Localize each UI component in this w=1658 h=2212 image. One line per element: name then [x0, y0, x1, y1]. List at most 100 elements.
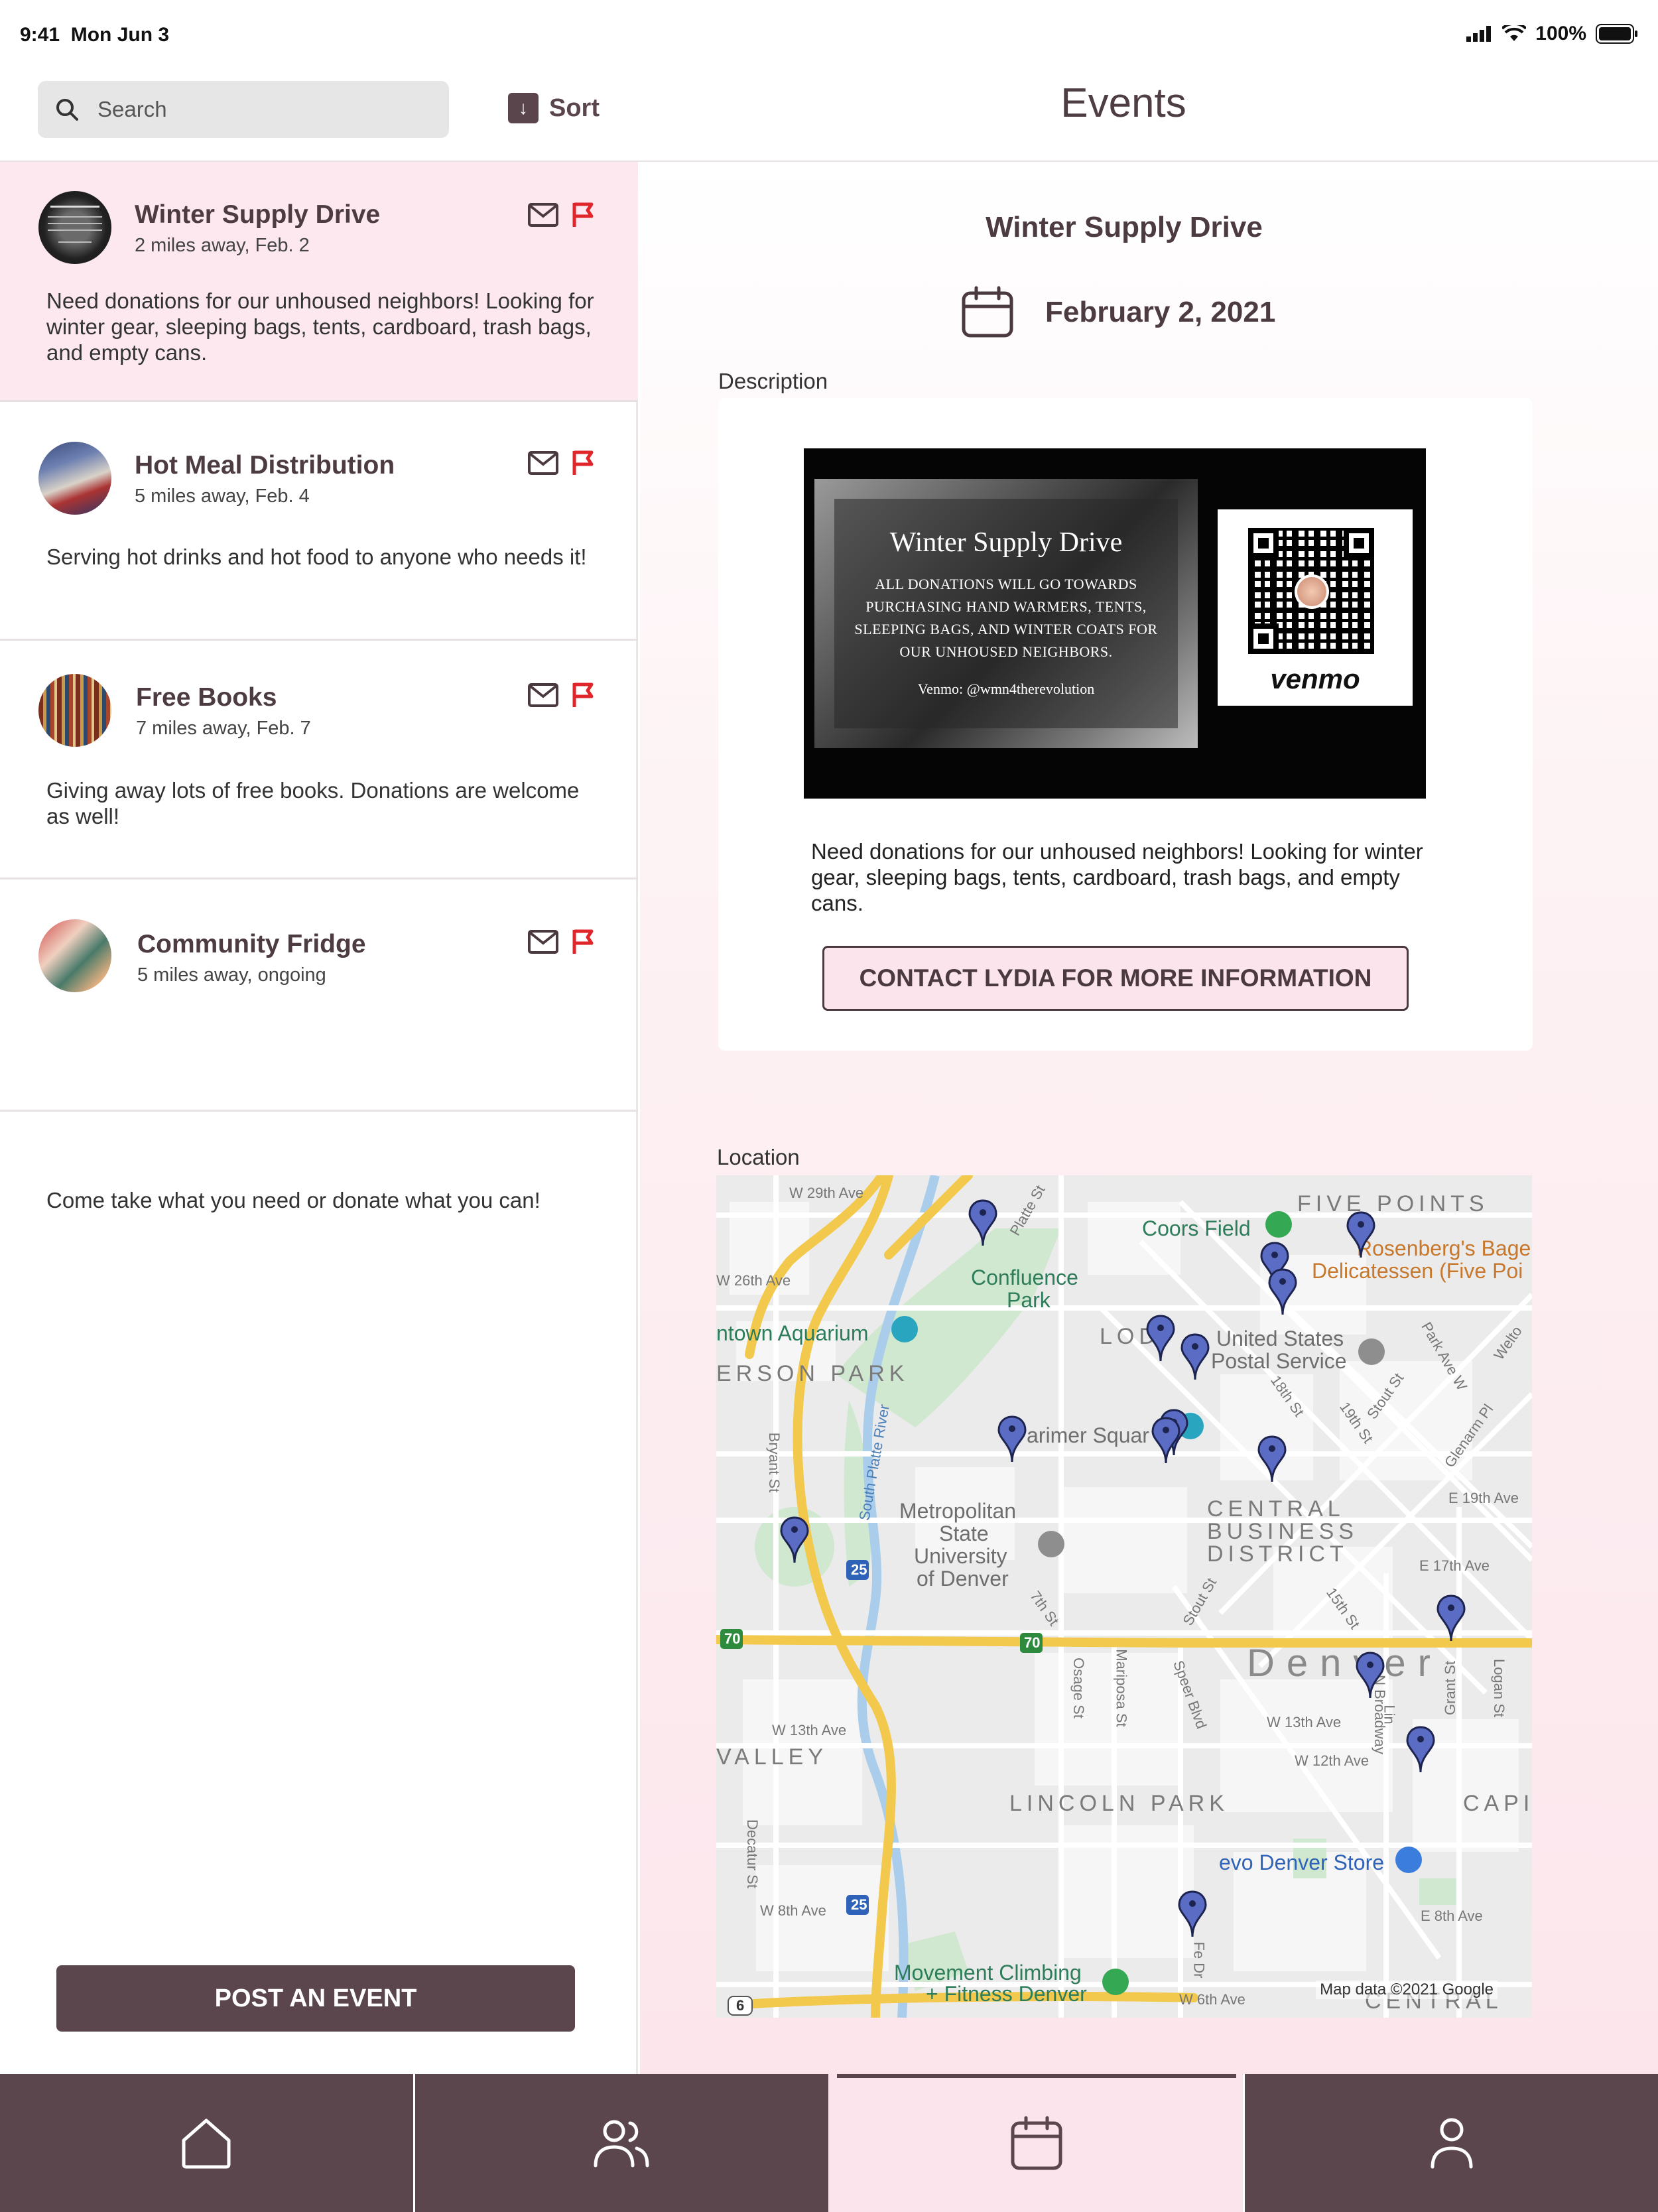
event-card[interactable]: Community Fridge 5 miles away, ongoing C…	[0, 879, 638, 1212]
map-street-label: W 12th Ave	[1295, 1752, 1370, 1769]
map-pin-icon[interactable]	[1257, 1435, 1287, 1483]
event-card[interactable]: Hot Meal Distribution 5 miles away, Feb.…	[0, 402, 638, 641]
map-street-label: W 29th Ave	[789, 1185, 864, 1201]
flag-icon[interactable]	[572, 202, 594, 228]
map-street-label: Lin	[1381, 1705, 1398, 1724]
detail-date-row: February 2, 2021	[960, 285, 1275, 340]
map-pin-icon[interactable]	[1146, 1315, 1175, 1362]
map-label: VALLEY	[716, 1744, 828, 1770]
map-label: Rosenberg's Bagels	[1357, 1236, 1532, 1260]
map-street-label: E 8th Ave	[1421, 1908, 1483, 1924]
map-pin-icon[interactable]	[1356, 1652, 1385, 1699]
map-pin-icon[interactable]	[780, 1516, 809, 1564]
event-actions	[528, 450, 594, 476]
event-card[interactable]: Winter Supply Drive 2 miles away, Feb. 2…	[0, 162, 638, 402]
search-input[interactable]: Search	[38, 81, 449, 138]
wifi-icon	[1502, 25, 1527, 41]
map-label: DISTRICT	[1207, 1541, 1348, 1567]
map-street-label: E 19th Ave	[1448, 1490, 1519, 1506]
calendar-icon	[1011, 2116, 1062, 2170]
event-avatar	[38, 674, 111, 747]
post-event-button[interactable]: POST AN EVENT	[56, 1965, 575, 2032]
event-poster-image: Winter Supply Drive ALL DONATIONS WILL G…	[804, 448, 1426, 799]
detail-description: Need donations for our unhoused neighbor…	[811, 839, 1423, 915]
map-label: LINCOLN PARK	[1009, 1791, 1229, 1816]
map-street-label: Grant St	[1441, 1661, 1458, 1715]
event-title: Hot Meal Distribution	[135, 451, 395, 480]
map-label: United States	[1216, 1327, 1344, 1350]
event-meta: 5 miles away, ongoing	[137, 964, 326, 986]
map-label: Park	[1007, 1288, 1051, 1312]
map-pin-icon[interactable]	[997, 1415, 1027, 1463]
map-label: Postal Service	[1211, 1349, 1347, 1373]
map-street-label: E 17th Ave	[1419, 1557, 1490, 1574]
map-label: State	[939, 1522, 989, 1545]
event-actions	[528, 929, 594, 955]
flag-icon[interactable]	[572, 450, 594, 476]
map-label: arimer Squar	[1027, 1423, 1149, 1447]
tab-profile[interactable]	[1243, 2074, 1658, 2212]
map-label: Denver	[1247, 1642, 1442, 1685]
map-street-label: W 26th Ave	[716, 1272, 791, 1289]
poster-text: ALL DONATIONS WILL GO TOWARDS PURCHASING…	[854, 576, 1158, 660]
event-avatar	[38, 919, 111, 992]
tab-community[interactable]	[413, 2074, 828, 2212]
status-indicators: 100%	[1466, 23, 1638, 45]
flag-icon[interactable]	[572, 929, 594, 955]
tab-bar	[0, 2074, 1658, 2212]
map-pin-icon[interactable]	[968, 1199, 997, 1247]
flag-icon[interactable]	[572, 682, 594, 708]
venmo-logo: venmo	[1270, 663, 1360, 694]
home-icon	[182, 2118, 231, 2169]
mail-icon[interactable]	[528, 451, 558, 475]
tab-events[interactable]	[828, 2074, 1244, 2212]
map-pin-icon[interactable]	[1178, 1890, 1207, 1938]
person-icon	[1431, 2118, 1473, 2169]
event-card[interactable]: Free Books 7 miles away, Feb. 7 Giving a…	[0, 641, 638, 879]
sort-button[interactable]: ↓ Sort	[508, 93, 600, 123]
event-description: Come take what you need or donate what y…	[46, 1188, 541, 1212]
map-pin-icon[interactable]	[1268, 1268, 1297, 1316]
map-street-label: Mariposa St	[1113, 1649, 1130, 1727]
event-title: Community Fridge	[137, 930, 366, 958]
map-credit: Map data ©2021 Google	[1316, 1981, 1498, 1999]
map-pin-icon[interactable]	[1436, 1594, 1466, 1642]
map-street-label: W 8th Ave	[760, 1902, 826, 1919]
map-street-label: W 13th Ave	[772, 1722, 847, 1738]
tab-home[interactable]	[0, 2074, 413, 2212]
sort-label: Sort	[549, 94, 600, 122]
map-street-label: W 6th Ave	[1179, 1991, 1245, 2008]
arrow-down-icon: ↓	[508, 93, 539, 123]
poster-photo: Winter Supply Drive ALL DONATIONS WILL G…	[814, 479, 1198, 748]
map-pin-icon[interactable]	[1346, 1211, 1375, 1259]
highway-shield: 25	[851, 1896, 867, 1913]
map-pin-icon[interactable]	[1151, 1417, 1180, 1464]
event-description: Serving hot drinks and hot food to anyon…	[46, 545, 587, 569]
map-label: ntown Aquarium	[716, 1321, 869, 1345]
poster-venmo-handle: Venmo: @wmn4therevolution	[917, 681, 1095, 697]
event-title: Free Books	[136, 683, 277, 712]
event-actions	[528, 682, 594, 708]
event-meta: 2 miles away, Feb. 2	[135, 235, 310, 256]
highway-shield: 70	[1024, 1634, 1041, 1651]
detail-title: Winter Supply Drive	[986, 211, 1263, 243]
mail-icon[interactable]	[528, 683, 558, 707]
map-pin-icon[interactable]	[1406, 1726, 1435, 1774]
map-label: Confluence	[971, 1266, 1078, 1289]
status-time: 9:41 Mon Jun 3	[20, 24, 170, 46]
battery-icon	[1596, 24, 1637, 44]
event-actions	[528, 202, 594, 228]
poster-title: Winter Supply Drive	[889, 527, 1123, 558]
map-pin-icon[interactable]	[1180, 1333, 1210, 1381]
map-label: + Fitness Denver	[926, 1982, 1087, 2006]
signal-icon	[1466, 26, 1492, 42]
map-street-label: Decatur St	[743, 1819, 761, 1888]
mail-icon[interactable]	[528, 203, 558, 227]
map-street-label: W 13th Ave	[1267, 1714, 1342, 1730]
mail-icon[interactable]	[528, 930, 558, 954]
location-map[interactable]: FIVE POINTS Coors Field Rosenberg's Bage…	[716, 1175, 1532, 2018]
people-icon	[594, 2120, 649, 2168]
calendar-icon	[962, 286, 1013, 338]
map-street-label: Logan St	[1491, 1658, 1508, 1718]
contact-organizer-button[interactable]: CONTACT LYDIA FOR MORE INFORMATION	[822, 946, 1409, 1011]
